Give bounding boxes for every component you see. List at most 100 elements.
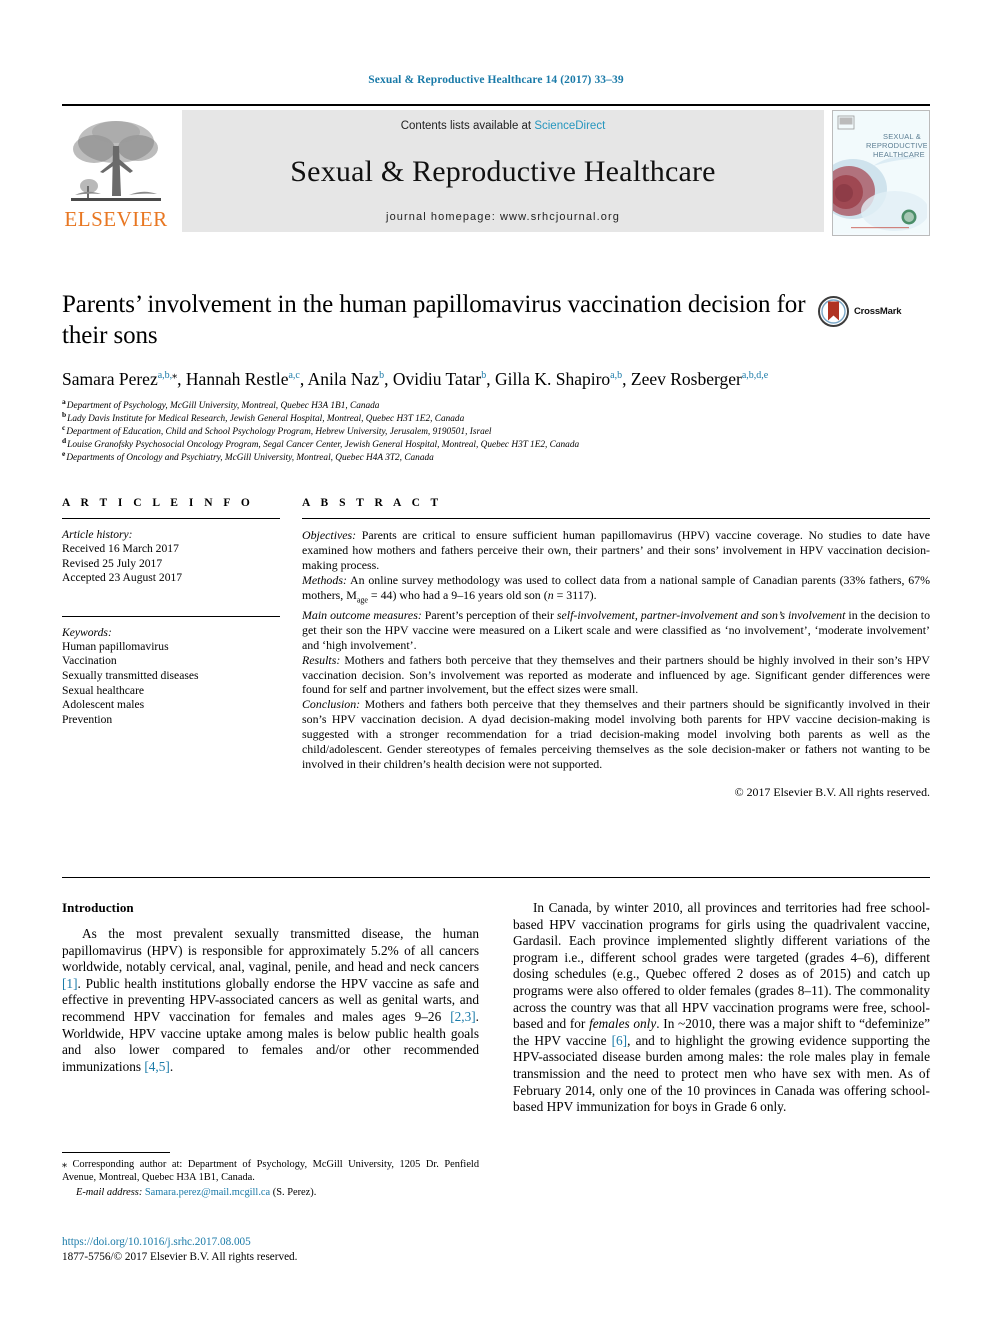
article-history-item: Revised 25 July 2017 [62,556,163,570]
page-title: Parents’ involvement in the human papill… [62,291,806,349]
introduction-paragraph-right: In Canada, by winter 2010, all provinces… [513,900,931,1115]
abstract-section: Methods: An online survey methodology wa… [302,572,930,604]
abstract-section: Results: Mothers and fathers both percei… [302,652,930,697]
title-block: Parents’ involvement in the human papill… [62,289,930,465]
email-link[interactable]: Samara.perez@mail.mcgill.ca [145,1187,270,1198]
reference-link[interactable]: [2,3] [450,1009,475,1024]
affiliation-item: aDepartment of Psychology, McGill Univer… [62,396,380,411]
asterisk-icon: ⁎ [62,1159,73,1170]
keyword-item: Human papillomavirus [62,639,169,653]
email-owner: (S. Perez). [270,1186,317,1198]
affiliation-item: cDepartment of Education, Child and Scho… [62,423,492,438]
elsevier-wordmark: ELSEVIER [64,207,168,231]
svg-text:SEXUAL &: SEXUAL & [883,132,921,141]
author-affiliation-marks: b [481,370,487,382]
affiliation-mark: a [62,396,66,406]
abstract-body: Objectives: Parents are critical to ensu… [302,528,930,772]
info-abstract-region: A R T I C L E I N F O Article history: R… [62,497,930,800]
abstract-heading: A B S T R A C T [302,497,443,509]
article-info-column: A R T I C L E I N F O Article history: R… [62,497,280,800]
reference-link[interactable]: [1] [62,976,78,991]
elsevier-tree-icon [71,121,161,201]
author-name: Hannah Restle [185,369,289,389]
article-history-item: Accepted 23 August 2017 [62,571,183,585]
corresponding-author-text: Corresponding author at: Department of P… [62,1159,480,1184]
affiliation-mark: d [62,436,67,446]
author-name: Gilla K. Shapiro [494,369,611,389]
affiliation-item: eDepartments of Oncology and Psychiatry,… [62,449,434,464]
crossmark-label: CrossMark [854,305,902,317]
affiliation-mark: e [62,449,66,459]
abstract-section-label: Main outcome measures: [302,607,422,622]
subscript-age: age [356,595,368,604]
crossmark-badge[interactable]: CrossMark [818,293,930,329]
issn-copyright-line: 1877-5756/© 2017 Elsevier B.V. All right… [62,1250,298,1263]
keywords-block: Keywords: Human papillomavirus Vaccinatio… [62,615,280,728]
contents-prefix: Contents lists available at [400,120,535,132]
journal-article-page: Sexual & Reproductive Healthcare 14 (201… [0,0,992,1323]
article-history-list: Received 16 March 2017 Revised 25 July 20… [62,542,280,586]
footnote-block: ⁎ Corresponding author at: Department of… [62,1152,479,1199]
journal-masthead: ELSEVIER Contents lists available at Sci… [62,104,930,236]
keyword-item: Adolescent males [62,698,145,712]
doi-link[interactable]: https://doi.org/10.1016/j.srhc.2017.08.0… [62,1235,562,1250]
abstract-section-label: Methods: [302,572,347,587]
keywords-list: Human papillomavirus Vaccination Sexually … [62,640,280,728]
author-name: Ovidiu Tatar [392,369,482,389]
author-name: Anila Naz [307,369,380,389]
journal-cover-art: SEXUAL & REPRODUCTIVE HEALTHCARE [833,111,929,233]
keywords-label: Keywords: [62,625,112,639]
emphasis-females-only: females only [589,1016,657,1032]
abstract-rule [302,518,930,519]
keyword-item: Sexual healthcare [62,683,145,697]
abstract-section: Objectives: Parents are critical to ensu… [302,528,930,572]
author-name: Zeev Rosberger [630,369,742,389]
author-affiliation-marks: a,b [610,370,623,382]
doi-block: https://doi.org/10.1016/j.srhc.2017.08.0… [62,1235,562,1264]
running-head: Sexual & Reproductive Healthcare 14 (201… [368,74,624,86]
body-column-right: In Canada, by winter 2010, all provinces… [513,900,930,1220]
abstract-section: Conclusion: Mothers and fathers both per… [302,697,930,771]
affiliation-item: dLouise Granofsky Psychosocial Oncology … [62,436,580,451]
affiliation-mark: c [62,423,66,433]
abstract-emphasis: self-involvement, partner-involvement an… [556,607,846,622]
reference-link[interactable]: [4,5] [144,1059,169,1074]
reference-link[interactable]: [6] [612,1033,628,1048]
keyword-item: Vaccination [62,654,117,668]
keywords-rule [62,615,280,617]
email-label: E-mail address: [76,1186,143,1198]
affiliation-list: aDepartment of Psychology, McGill Univer… [62,396,930,465]
contents-list-line: Contents lists available at ScienceDirec… [401,120,606,132]
journal-band: Contents lists available at ScienceDirec… [182,110,824,232]
footnote-rule [62,1152,170,1153]
abstract-column: A B S T R A C T Objectives: Parents are … [302,497,930,800]
keyword-item: Prevention [62,712,113,726]
sample-size-symbol: n [547,587,554,602]
copyright-line: © 2017 Elsevier B.V. All rights reserved… [734,784,930,799]
elsevier-logo: ELSEVIER [62,110,170,232]
abstract-section-label: Results: [302,652,341,667]
journal-cover-thumbnail: SEXUAL & REPRODUCTIVE HEALTHCARE [832,110,930,236]
author-affiliation-marks: a,b,d,e [741,370,769,382]
author-affiliation-marks: a,b, [157,370,173,382]
email-note: E-mail address: Samara.perez@mail.mcgill… [62,1186,479,1199]
affiliation-item: bLady Davis Institute for Medical Resear… [62,410,465,425]
article-info-heading: A R T I C L E I N F O [62,497,254,509]
svg-text:HEALTHCARE: HEALTHCARE [873,150,925,159]
sciencedirect-link[interactable]: ScienceDirect [534,120,605,132]
journal-title: Sexual & Reproductive Healthcare [290,154,716,188]
abstract-section-label: Conclusion: [302,697,361,712]
abstract-section-label: Objectives: [302,528,357,542]
author-list: Samara Pereza,b,⁎, Hannah Restlea,c, Ani… [62,369,769,389]
article-history-item: Received 16 March 2017 [62,542,179,555]
journal-homepage[interactable]: journal homepage: www.srhcjournal.org [386,211,620,223]
crossmark-icon [818,295,849,327]
author-affiliation-marks: a,c [288,370,300,382]
introduction-heading: Introduction [62,900,134,915]
article-history-label: Article history: [62,528,133,541]
author-name: Samara Perez [62,369,158,389]
abstract-section: Main outcome measures: Parent’s percepti… [302,607,931,652]
introduction-paragraph-left: As the most prevalent sexually transmitt… [62,926,479,1074]
corresponding-author-note: ⁎ Corresponding author at: Department of… [62,1158,479,1185]
keyword-item: Sexually transmitted diseases [62,668,199,682]
